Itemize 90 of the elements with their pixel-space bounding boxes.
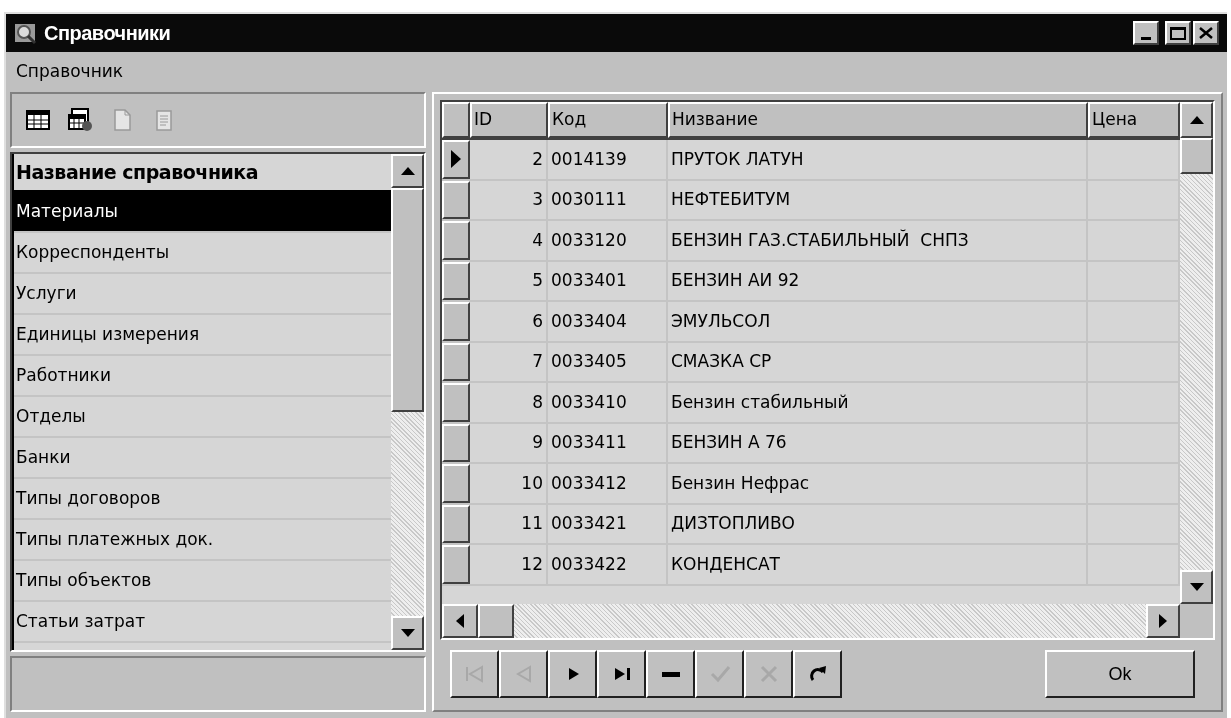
ok-button[interactable]: Ok: [1045, 650, 1195, 698]
row-indicator[interactable]: [442, 302, 470, 341]
scroll-left-button[interactable]: [442, 604, 478, 638]
vertical-scrollbar[interactable]: [391, 154, 424, 650]
up-arrow-icon: [1189, 116, 1204, 124]
scroll-thumb[interactable]: [391, 188, 424, 412]
row-indicator[interactable]: [442, 423, 470, 462]
table-cell: 0033410: [548, 383, 668, 422]
down-arrow-icon: [1189, 583, 1204, 591]
scroll-right-button[interactable]: [1146, 604, 1180, 638]
window-title: Справочники: [44, 21, 171, 46]
scroll-up-button[interactable]: [391, 154, 424, 188]
up-arrow-icon: [400, 167, 415, 175]
table-cell: ПРУТОК ЛАТУН: [668, 140, 1088, 179]
check-icon: [708, 663, 731, 685]
table-cell: Бензин стабильный: [668, 383, 1088, 422]
table-cell: ЭМУЛЬСОЛ: [668, 302, 1088, 341]
scroll-down-button[interactable]: [391, 616, 424, 650]
table-cell: ДИЗТОПЛИВО: [668, 504, 1088, 543]
table-cell: БЕНЗИН А 76: [668, 423, 1088, 462]
table-cell: 2: [470, 140, 548, 179]
table-cell: 0033405: [548, 342, 668, 381]
scrollbar-corner: [1180, 604, 1213, 638]
vertical-scrollbar[interactable]: [1180, 102, 1213, 604]
table-cell: СМАЗКА СР: [668, 342, 1088, 381]
table-cell: 4: [470, 221, 548, 260]
column-header[interactable]: ID: [470, 102, 548, 138]
maximize-button[interactable]: [1165, 21, 1191, 45]
table-cell: 0014139: [548, 140, 668, 179]
horizontal-scrollbar[interactable]: [442, 604, 1213, 638]
table-cell: 12: [470, 545, 548, 584]
scroll-down-button[interactable]: [1180, 570, 1213, 604]
table-cell: 11: [470, 504, 548, 543]
table-cell: 0033421: [548, 504, 668, 543]
close-icon: [1199, 27, 1213, 39]
table-cell: НЕФТЕБИТУМ: [668, 180, 1088, 219]
row-indicator[interactable]: [442, 383, 470, 422]
table-cell: Бензин Нефрас: [668, 464, 1088, 503]
table-cell: 0033422: [548, 545, 668, 584]
table-cell: 0033120: [548, 221, 668, 260]
column-header[interactable]: Цена: [1088, 102, 1180, 138]
menu-item[interactable]: Справочник: [14, 59, 126, 85]
current-row-icon: [451, 150, 461, 169]
toolbar-button[interactable]: [66, 106, 94, 134]
table-cell: 0033411: [548, 423, 668, 462]
table-cell: 3: [470, 180, 548, 219]
table-cell: 10: [470, 464, 548, 503]
table-cell: БЕНЗИН АИ 92: [668, 261, 1088, 300]
row-indicator[interactable]: [442, 180, 470, 219]
table-cell: 9: [470, 423, 548, 462]
row-indicator[interactable]: [442, 464, 470, 503]
row-indicator[interactable]: [442, 504, 470, 543]
column-header[interactable]: Низвание: [668, 102, 1088, 138]
table-cell: 8: [470, 383, 548, 422]
scroll-up-button[interactable]: [1180, 102, 1213, 138]
navigator-button[interactable]: [597, 650, 646, 698]
list-item[interactable]: Материалы: [14, 192, 391, 233]
tables-icon: [68, 108, 92, 132]
close-button[interactable]: [1193, 21, 1219, 45]
table-icon: [26, 108, 50, 132]
table-cell: КОНДЕНСАТ: [668, 545, 1088, 584]
navigator-button[interactable]: [793, 650, 842, 698]
minimize-button[interactable]: [1133, 21, 1159, 45]
row-indicator[interactable]: [442, 261, 470, 300]
table-cell: 5: [470, 261, 548, 300]
scroll-thumb[interactable]: [478, 604, 514, 638]
column-header[interactable]: Код: [548, 102, 668, 138]
minimize-icon: [1141, 37, 1151, 40]
table-cell: 0033404: [548, 302, 668, 341]
table-cell: 0033412: [548, 464, 668, 503]
left-arrow-icon: [456, 614, 464, 628]
table-cell: 0033401: [548, 261, 668, 300]
scroll-thumb[interactable]: [1180, 138, 1213, 174]
row-indicator[interactable]: [442, 140, 470, 179]
table-cell: 7: [470, 342, 548, 381]
row-indicator[interactable]: [442, 342, 470, 381]
minus-icon: [661, 671, 680, 677]
navigator-button[interactable]: [646, 650, 695, 698]
table-cell: 0030111: [548, 180, 668, 219]
row-indicator[interactable]: [442, 545, 470, 584]
row-header: [442, 102, 470, 138]
maximize-icon: [1170, 26, 1186, 40]
first-record-icon: [463, 663, 486, 685]
right-arrow-icon: [1159, 614, 1167, 628]
table-cell: БЕНЗИН ГАЗ.СТАБИЛЬНЫЙ СНПЗ: [668, 221, 1088, 260]
magnifier-icon: [14, 21, 38, 45]
navigator-button[interactable]: [548, 650, 597, 698]
down-arrow-icon: [400, 629, 415, 637]
row-indicator[interactable]: [442, 221, 470, 260]
table-cell: 6: [470, 302, 548, 341]
